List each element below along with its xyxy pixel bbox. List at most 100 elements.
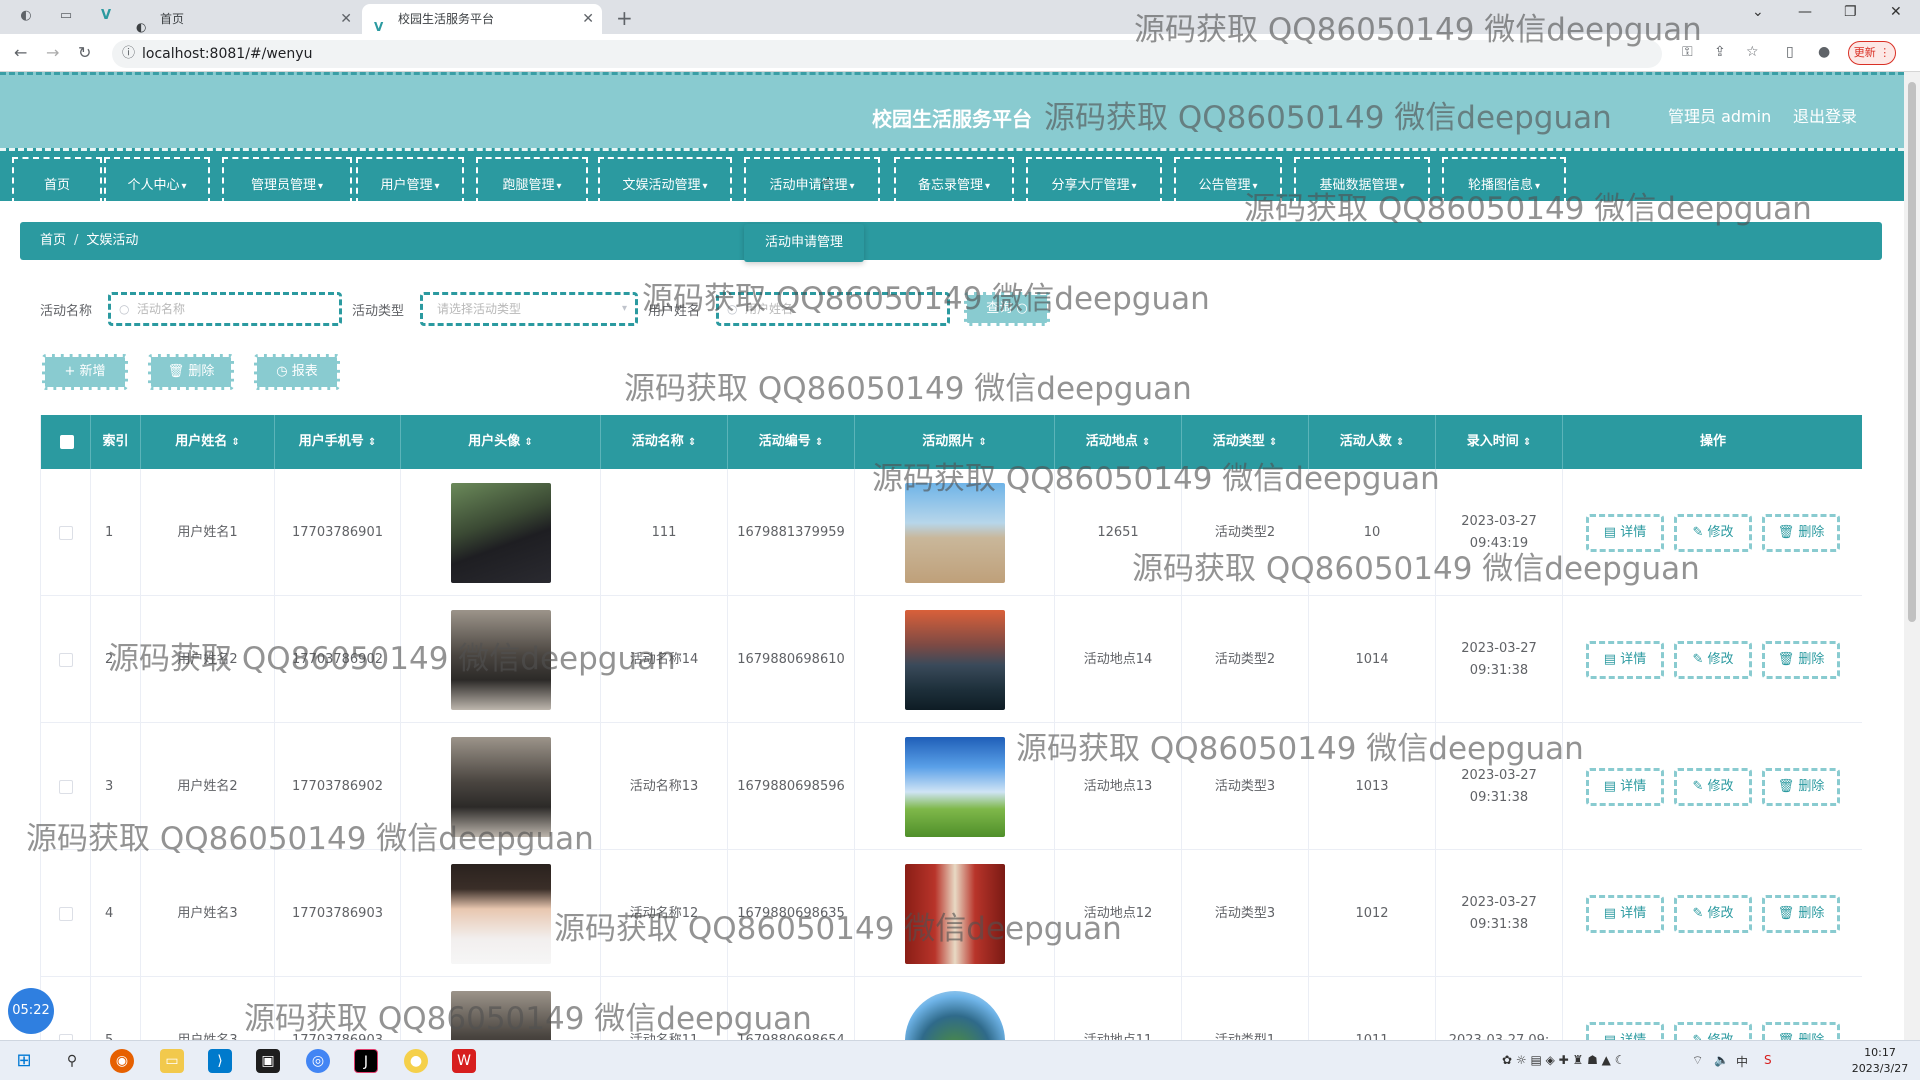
- minimize-icon[interactable]: —: [1798, 4, 1812, 20]
- volume-icon[interactable]: 🔈: [1714, 1053, 1729, 1067]
- delete-button[interactable]: 🗑 删除: [1762, 640, 1840, 679]
- table-row: 5 用户姓名3 17703786903 活动名称11 1679880698654…: [41, 977, 1862, 1040]
- delete-button[interactable]: 🗑 删除: [1762, 513, 1840, 552]
- url-field[interactable]: ⓘ localhost:8081/#/wenyu: [112, 40, 1662, 68]
- col-location[interactable]: 活动地点 ⇕: [1055, 415, 1182, 469]
- breadcrumb-home[interactable]: 首页: [40, 233, 66, 248]
- sidebar-icon[interactable]: ▯: [1786, 44, 1794, 60]
- edit-button[interactable]: ✎ 修改: [1674, 894, 1752, 933]
- detail-button[interactable]: ▤ 详情: [1586, 640, 1664, 679]
- reload-icon[interactable]: ↻: [78, 43, 91, 62]
- menu-notice[interactable]: 公告管理 ▾: [1174, 157, 1282, 204]
- tab-home[interactable]: ◐ 首页 ✕: [124, 4, 360, 34]
- detail-button[interactable]: ▤ 详情: [1586, 1021, 1664, 1040]
- system-clock[interactable]: 10:17 2023/3/27: [1848, 1045, 1912, 1077]
- close-icon[interactable]: ✕: [582, 4, 594, 34]
- col-activity-name[interactable]: 活动名称 ⇕: [601, 415, 728, 469]
- select-all-cell: [41, 415, 91, 469]
- profile-icon[interactable]: ●: [1818, 44, 1830, 60]
- app-icon[interactable]: ●: [404, 1049, 428, 1073]
- breadcrumb-separator: /: [74, 233, 79, 248]
- report-button[interactable]: ◷ 报表: [254, 354, 340, 390]
- scrollbar-thumb[interactable]: [1908, 82, 1916, 622]
- delete-button[interactable]: 🗑 删除: [1762, 894, 1840, 933]
- star-icon[interactable]: ☆: [1746, 44, 1759, 60]
- user-name-input[interactable]: ○ 用户姓名: [716, 292, 950, 326]
- row-checkbox[interactable]: [58, 525, 73, 540]
- menu-activity-apply[interactable]: 活动申请管理 ▾: [744, 157, 880, 204]
- col-phone[interactable]: 用户手机号 ⇕: [275, 415, 401, 469]
- blank-tab-icon[interactable]: ▭: [58, 8, 74, 24]
- add-button[interactable]: + 新增: [42, 354, 128, 390]
- back-icon[interactable]: ←: [14, 43, 27, 62]
- window-close-icon[interactable]: ✕: [1890, 4, 1902, 20]
- wps-icon[interactable]: W: [452, 1049, 476, 1073]
- edit-button[interactable]: ✎ 修改: [1674, 1021, 1752, 1040]
- activity-name-input[interactable]: ○ 活动名称: [108, 292, 342, 326]
- menu-entertainment[interactable]: 文娱活动管理 ▾: [598, 157, 732, 204]
- info-icon[interactable]: ⓘ: [122, 40, 135, 68]
- col-activity-number[interactable]: 活动编号 ⇕: [728, 415, 855, 469]
- edit-button[interactable]: ✎ 修改: [1674, 640, 1752, 679]
- intellij-icon[interactable]: J: [354, 1049, 378, 1073]
- detail-button[interactable]: ▤ 详情: [1586, 513, 1664, 552]
- wps-tray-icon[interactable]: S: [1764, 1053, 1772, 1067]
- col-avatar[interactable]: 用户头像 ⇕: [401, 415, 601, 469]
- delete-button[interactable]: 🗑 删除: [1762, 1021, 1840, 1040]
- wifi-icon[interactable]: ⌔: [1692, 1053, 1703, 1068]
- detail-button[interactable]: ▤ 详情: [1586, 767, 1664, 806]
- select-all-checkbox[interactable]: [60, 435, 74, 449]
- recording-timer[interactable]: 05:22: [8, 988, 54, 1034]
- close-icon[interactable]: ✕: [340, 4, 352, 34]
- chevron-down-icon: ▾: [1534, 181, 1541, 192]
- detail-button[interactable]: ▤ 详情: [1586, 894, 1664, 933]
- row-checkbox[interactable]: [58, 779, 73, 794]
- cell-operations: ▤ 详情 ✎ 修改 🗑 删除: [1563, 977, 1862, 1040]
- col-time[interactable]: 录入时间 ⇕: [1436, 415, 1563, 469]
- col-people[interactable]: 活动人数 ⇕: [1309, 415, 1436, 469]
- menu-errand[interactable]: 跑腿管理 ▾: [476, 157, 588, 204]
- watermark: 源码获取 QQ86050149 微信deepguan: [624, 371, 1192, 407]
- vue-icon[interactable]: V: [98, 8, 114, 24]
- menu-memo[interactable]: 备忘录管理 ▾: [894, 157, 1014, 204]
- chrome-icon[interactable]: ◎: [306, 1049, 330, 1073]
- firefox-icon[interactable]: ◉: [110, 1049, 134, 1073]
- terminal-icon[interactable]: ▣: [256, 1049, 280, 1073]
- batch-delete-button[interactable]: 🗑 删除: [148, 354, 234, 390]
- activity-type-select[interactable]: 请选择活动类型 ▾: [420, 292, 638, 326]
- restore-icon[interactable]: ❐: [1844, 4, 1857, 20]
- menu-personal-center[interactable]: 个人中心 ▾: [104, 157, 210, 204]
- row-checkbox[interactable]: [58, 652, 73, 667]
- menu-users[interactable]: 用户管理 ▾: [356, 157, 464, 204]
- search-icon[interactable]: ⚲: [60, 1049, 84, 1073]
- menu-home[interactable]: 首页: [12, 157, 102, 204]
- update-button[interactable]: 更新 ⋮: [1848, 41, 1896, 65]
- query-button[interactable]: 查询 ○: [964, 292, 1050, 326]
- menu-admin[interactable]: 管理员管理 ▾: [222, 157, 352, 204]
- file-explorer-icon[interactable]: ▭: [160, 1049, 184, 1073]
- menu-base-data[interactable]: 基础数据管理 ▾: [1294, 157, 1430, 204]
- forward-icon[interactable]: →: [46, 43, 59, 62]
- tray-icons[interactable]: ✿ ☼ ▤ ◈ ✚ ♜ ☗ ▲ ☾: [1502, 1053, 1625, 1067]
- edit-button[interactable]: ✎ 修改: [1674, 513, 1752, 552]
- delete-button[interactable]: 🗑 删除: [1762, 767, 1840, 806]
- vscode-icon[interactable]: ⟩: [208, 1049, 232, 1073]
- col-activity-photo[interactable]: 活动照片 ⇕: [855, 415, 1055, 469]
- tab-campus[interactable]: V 校园生活服务平台 ✕: [362, 4, 602, 34]
- ime-indicator[interactable]: 中: [1736, 1053, 1748, 1070]
- share-icon[interactable]: ⇪: [1714, 44, 1726, 60]
- new-tab-icon[interactable]: +: [616, 6, 633, 30]
- edit-button[interactable]: ✎ 修改: [1674, 767, 1752, 806]
- menu-carousel[interactable]: 轮播图信息 ▾: [1442, 157, 1566, 204]
- windows-start-icon[interactable]: ⊞: [12, 1049, 36, 1073]
- page-scrollbar[interactable]: [1904, 72, 1920, 1040]
- col-user-name[interactable]: 用户姓名 ⇕: [141, 415, 275, 469]
- menu-share-hall[interactable]: 分享大厅管理 ▾: [1026, 157, 1162, 204]
- dropdown-item-activity-apply[interactable]: 活动申请管理: [744, 224, 864, 262]
- github-icon[interactable]: ◐: [18, 8, 34, 24]
- col-type[interactable]: 活动类型 ⇕: [1182, 415, 1309, 469]
- row-checkbox[interactable]: [58, 906, 73, 921]
- key-icon[interactable]: ⚿: [1682, 44, 1693, 60]
- tab-search-icon[interactable]: ⌄: [1752, 4, 1764, 20]
- logout-link[interactable]: 退出登录: [1793, 103, 1857, 127]
